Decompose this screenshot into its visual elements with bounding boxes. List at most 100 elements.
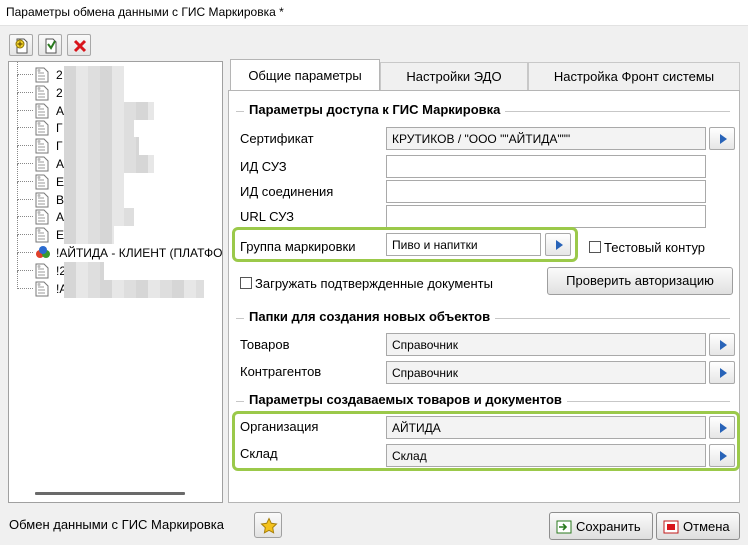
tree-item[interactable]: Г [9, 110, 222, 138]
contractors-folder-select-button[interactable] [709, 361, 735, 384]
suz-url-label: URL СУЗ [240, 209, 294, 224]
test-circuit-checkbox[interactable] [589, 241, 601, 253]
tree-item[interactable]: Е [9, 217, 222, 245]
save-button[interactable]: Сохранить [549, 512, 653, 540]
tree-item-label: !АЙТИДА - КЛИЕНТ (ПЛАТФОРМА [56, 246, 223, 260]
tree-item[interactable]: Е [9, 163, 222, 191]
tab-edo[interactable]: Настройки ЭДО [380, 62, 528, 90]
tree-item[interactable]: 2 [9, 74, 222, 102]
organization-select-button[interactable] [709, 416, 735, 439]
organization-field[interactable]: АЙТИДА [386, 416, 706, 439]
tree-item[interactable]: !2 [9, 252, 222, 280]
tree-item-label: Е [56, 228, 65, 243]
tree-connector [17, 181, 18, 200]
marking-group-label: Группа маркировки [240, 239, 356, 254]
tree-connector [17, 92, 18, 111]
contractors-folder-field[interactable]: Справочник [386, 361, 706, 384]
tab-general[interactable]: Общие параметры [230, 59, 380, 91]
tree-item-label: А [56, 210, 65, 225]
tree-item[interactable]: !А [9, 270, 222, 298]
tree-item[interactable]: А [9, 146, 222, 173]
tree-item[interactable]: Г [9, 128, 222, 156]
doc-icon [35, 281, 49, 297]
horizontal-scrollbar[interactable] [35, 492, 185, 495]
copy-doc-icon [45, 38, 57, 54]
marking-group-field[interactable]: Пиво и напитки [386, 233, 541, 256]
dialog-window: Параметры обмена данными с ГИС Маркировк… [0, 0, 748, 545]
redacted-text [64, 279, 204, 298]
params-section-title: Параметры создаваемых товаров и документ… [244, 392, 567, 407]
cancel-icon [663, 520, 679, 534]
certificate-select-button[interactable] [709, 127, 735, 150]
tree-connector [17, 216, 33, 218]
tree-connector [17, 74, 18, 93]
save-label: Сохранить [576, 519, 641, 534]
tree-item[interactable]: А [9, 92, 222, 120]
tree-item[interactable]: 2 [9, 62, 222, 84]
tree-item-label: Г [56, 139, 63, 154]
tree-item-label: Г [56, 121, 63, 136]
load-confirmed-checkbox[interactable] [240, 277, 252, 289]
tree-connector [17, 180, 33, 182]
tab-front-label: Настройка Фронт системы [553, 69, 715, 84]
doc-icon [35, 227, 49, 243]
tree-connector [17, 217, 18, 236]
redacted-text [64, 66, 124, 84]
doc-icon [35, 263, 49, 279]
tree-item[interactable]: А [9, 199, 222, 227]
delete-button[interactable] [67, 34, 91, 56]
tree-item-label: Е [56, 174, 65, 189]
redacted-text [64, 155, 154, 173]
tree-connector [17, 74, 33, 75]
tree-connector [17, 234, 33, 236]
doc-icon [35, 85, 49, 101]
connection-id-input[interactable] [386, 180, 706, 203]
tree-connector [17, 145, 33, 147]
suz-url-input[interactable] [386, 205, 706, 228]
check-auth-button[interactable]: Проверить авторизацию [547, 267, 733, 295]
warehouse-field[interactable]: Склад [386, 444, 706, 467]
tree-connector [17, 127, 33, 129]
tree-item-label: 2 [56, 68, 63, 82]
cancel-button[interactable]: Отмена [656, 512, 740, 540]
doc-icon [35, 103, 49, 119]
redacted-text [64, 119, 134, 138]
redacted-text [64, 101, 154, 120]
tree-item-label: А [56, 157, 65, 171]
warehouse-select-button[interactable] [709, 444, 735, 467]
suz-id-input[interactable] [386, 155, 706, 178]
redacted-text [64, 226, 114, 245]
footer-label: Обмен данными с ГИС Маркировка [9, 517, 225, 532]
tree-item[interactable]: В [9, 181, 222, 209]
redacted-text [64, 83, 124, 102]
goods-folder-select-button[interactable] [709, 333, 735, 356]
add-button[interactable] [9, 34, 33, 56]
marking-group-select-button[interactable] [545, 233, 571, 256]
object-tree[interactable]: 22АГГАЕВАЕ!АЙТИДА - КЛИЕНТ (ПЛАТФОРМА!2!… [8, 61, 223, 503]
folders-section-title: Папки для создания новых объектов [244, 309, 496, 324]
org-icon [35, 245, 50, 261]
favorite-button[interactable] [254, 512, 282, 538]
delete-icon [73, 39, 87, 53]
tree-connector [17, 199, 18, 218]
star-icon [260, 517, 278, 534]
tree-connector [17, 62, 18, 75]
tree-item-label: В [56, 192, 65, 207]
tree-item[interactable]: !АЙТИДА - КЛИЕНТ (ПЛАТФОРМА [9, 235, 223, 262]
certificate-field[interactable]: КРУТИКОВ / "ООО ""АЙТИДА""" [386, 127, 706, 150]
redacted-text [64, 261, 104, 280]
goods-folder-field[interactable]: Справочник [386, 333, 706, 356]
tree-connector [17, 252, 33, 253]
doc-icon [35, 156, 49, 172]
title-bar: Параметры обмена данными с ГИС Маркировк… [0, 0, 748, 26]
tree-connector [17, 163, 33, 164]
redacted-text [64, 190, 124, 209]
doc-icon [35, 67, 49, 83]
tree-connector [17, 252, 18, 271]
tab-front[interactable]: Настройка Фронт системы [528, 62, 740, 90]
general-panel [228, 90, 740, 503]
copy-button[interactable] [38, 34, 62, 56]
add-doc-icon [15, 38, 28, 54]
tree-connector [17, 128, 18, 147]
tree-connector [17, 198, 33, 200]
